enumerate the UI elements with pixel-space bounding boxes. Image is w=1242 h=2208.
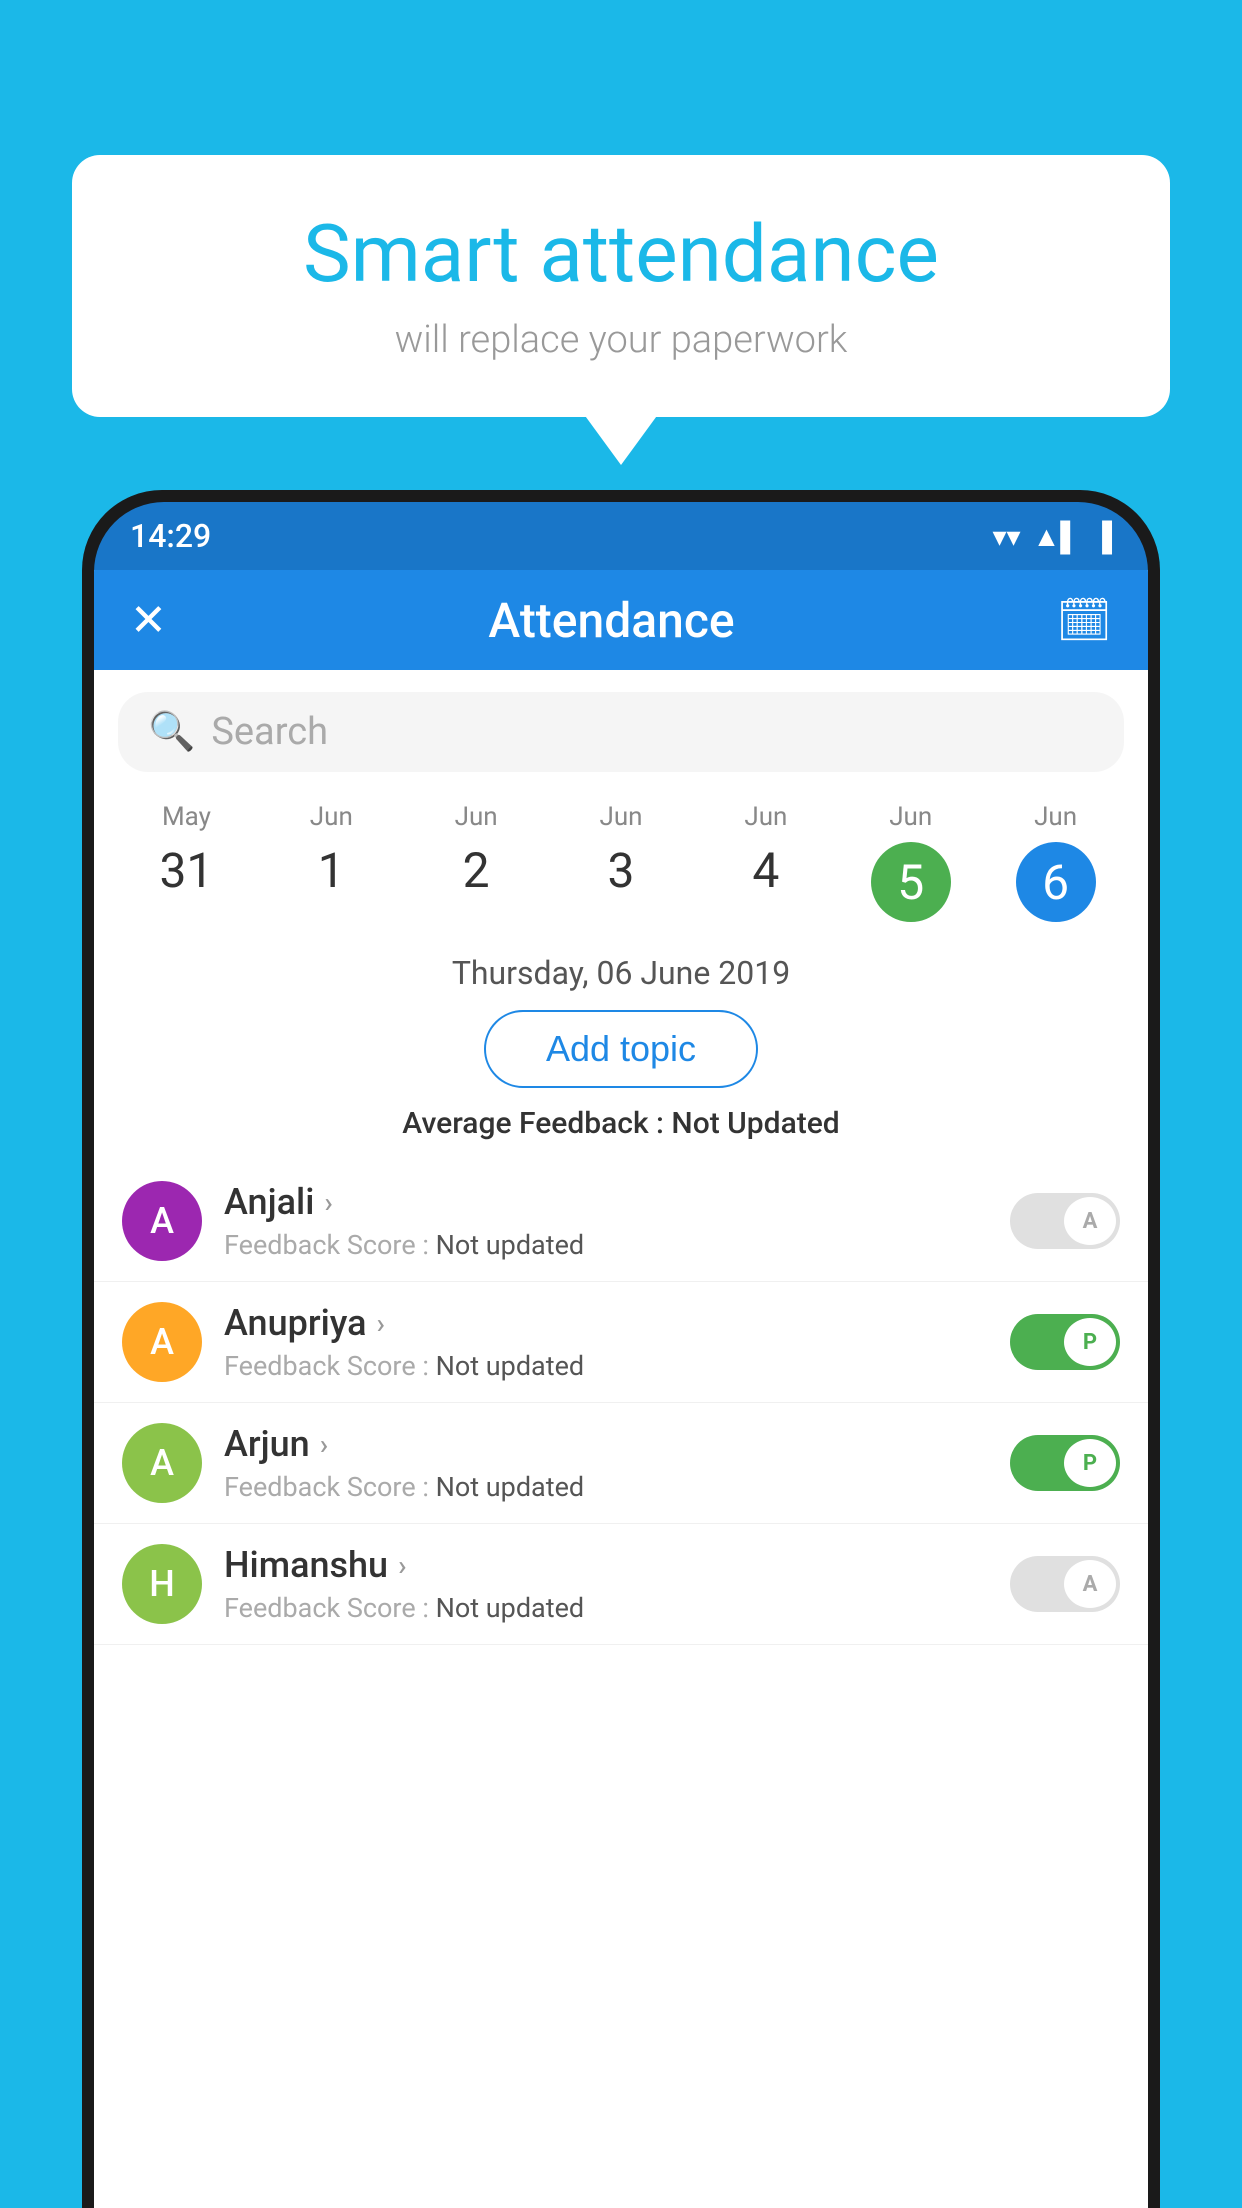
app-title: Attendance — [488, 592, 734, 649]
cal-month-label: Jun — [697, 802, 834, 832]
wifi-icon: ▾▾ — [992, 520, 1020, 553]
cal-date: 31 — [118, 842, 255, 899]
search-icon: 🔍 — [148, 710, 195, 754]
phone-frame: 14:29 ▾▾ ▲▌ ▐ ✕ Attendance 🗓 🔍 Search — [82, 490, 1160, 2208]
student-name: Anjali › — [224, 1181, 988, 1223]
student-feedback: Feedback Score : Not updated — [224, 1350, 988, 1382]
search-placeholder: Search — [211, 710, 328, 754]
cal-date: 2 — [408, 842, 545, 899]
student-feedback: Feedback Score : Not updated — [224, 1229, 988, 1261]
cal-date: 5 — [871, 842, 951, 922]
app-content: 🔍 Search May31Jun1Jun2Jun3Jun4Jun5Jun6 T… — [94, 670, 1148, 2208]
app-header: ✕ Attendance 🗓 — [94, 570, 1148, 670]
chevron-right-icon: › — [398, 1549, 406, 1582]
calendar-day[interactable]: Jun 5 — [838, 794, 983, 930]
student-feedback: Feedback Score : Not updated — [224, 1471, 988, 1503]
status-icons: ▾▾ ▲▌ ▐ — [992, 520, 1112, 553]
speech-bubble-container: Smart attendance will replace your paper… — [72, 155, 1170, 417]
avatar: A — [122, 1181, 202, 1261]
chevron-right-icon: › — [320, 1428, 328, 1461]
attendance-toggle[interactable]: P — [1010, 1314, 1120, 1370]
search-bar[interactable]: 🔍 Search — [118, 692, 1124, 772]
attendance-toggle[interactable]: P — [1010, 1435, 1120, 1491]
calendar-icon[interactable]: 🗓 — [1056, 594, 1112, 646]
chevron-right-icon: › — [377, 1307, 385, 1340]
cal-month-label: Jun — [987, 802, 1124, 832]
speech-bubble: Smart attendance will replace your paper… — [72, 155, 1170, 417]
battery-icon: ▐ — [1092, 520, 1112, 553]
avg-feedback-value: Not Updated — [671, 1106, 839, 1141]
cal-month-label: Jun — [408, 802, 545, 832]
cal-date: 4 — [697, 842, 834, 899]
calendar-day[interactable]: Jun 2 — [404, 794, 549, 930]
calendar-day[interactable]: Jun 4 — [693, 794, 838, 930]
date-label: Thursday, 06 June 2019 — [94, 954, 1148, 992]
close-icon[interactable]: ✕ — [130, 594, 167, 646]
cal-date: 1 — [263, 842, 400, 899]
status-bar: 14:29 ▾▾ ▲▌ ▐ — [94, 502, 1148, 570]
cal-date: 6 — [1016, 842, 1096, 922]
calendar-day[interactable]: May 31 — [114, 794, 259, 930]
chevron-right-icon: › — [324, 1186, 332, 1219]
avatar: H — [122, 1544, 202, 1624]
student-info: Anupriya › Feedback Score : Not updated — [224, 1302, 988, 1382]
avatar: A — [122, 1423, 202, 1503]
phone-body: ✕ Attendance 🗓 🔍 Search May31Jun1Jun2Jun… — [94, 570, 1148, 2208]
status-time: 14:29 — [130, 517, 211, 555]
student-info: Arjun › Feedback Score : Not updated — [224, 1423, 988, 1503]
cal-month-label: May — [118, 802, 255, 832]
cal-month-label: Jun — [553, 802, 690, 832]
speech-bubble-subtext: will replace your paperwork — [132, 318, 1110, 362]
student-name: Anupriya › — [224, 1302, 988, 1344]
calendar-day[interactable]: Jun 6 — [983, 794, 1128, 930]
speech-bubble-heading: Smart attendance — [132, 210, 1110, 298]
student-feedback: Feedback Score : Not updated — [224, 1592, 988, 1624]
avatar: A — [122, 1302, 202, 1382]
student-item[interactable]: A Arjun › Feedback Score : Not updated P — [94, 1403, 1148, 1524]
phone-inner: 14:29 ▾▾ ▲▌ ▐ ✕ Attendance 🗓 🔍 Search — [94, 502, 1148, 2208]
student-item[interactable]: A Anjali › Feedback Score : Not updated A — [94, 1161, 1148, 1282]
cal-date: 3 — [553, 842, 690, 899]
calendar-day[interactable]: Jun 3 — [549, 794, 694, 930]
add-topic-button[interactable]: Add topic — [484, 1010, 758, 1088]
avg-feedback-label: Average Feedback : — [402, 1106, 671, 1141]
attendance-toggle[interactable]: A — [1010, 1193, 1120, 1249]
student-info: Anjali › Feedback Score : Not updated — [224, 1181, 988, 1261]
signal-icon: ▲▌ — [1033, 520, 1081, 553]
calendar-strip: May31Jun1Jun2Jun3Jun4Jun5Jun6 — [94, 794, 1148, 930]
student-item[interactable]: H Himanshu › Feedback Score : Not updated A — [94, 1524, 1148, 1645]
calendar-day[interactable]: Jun 1 — [259, 794, 404, 930]
attendance-toggle[interactable]: A — [1010, 1556, 1120, 1612]
student-name: Himanshu › — [224, 1544, 988, 1586]
student-name: Arjun › — [224, 1423, 988, 1465]
student-info: Himanshu › Feedback Score : Not updated — [224, 1544, 988, 1624]
average-feedback: Average Feedback : Not Updated — [94, 1106, 1148, 1141]
student-item[interactable]: A Anupriya › Feedback Score : Not updated P — [94, 1282, 1148, 1403]
add-topic-container: Add topic — [94, 1010, 1148, 1088]
cal-month-label: Jun — [263, 802, 400, 832]
student-list: AAnjali ›Feedback Score : Not updatedAAA… — [94, 1161, 1148, 2208]
cal-month-label: Jun — [842, 802, 979, 832]
